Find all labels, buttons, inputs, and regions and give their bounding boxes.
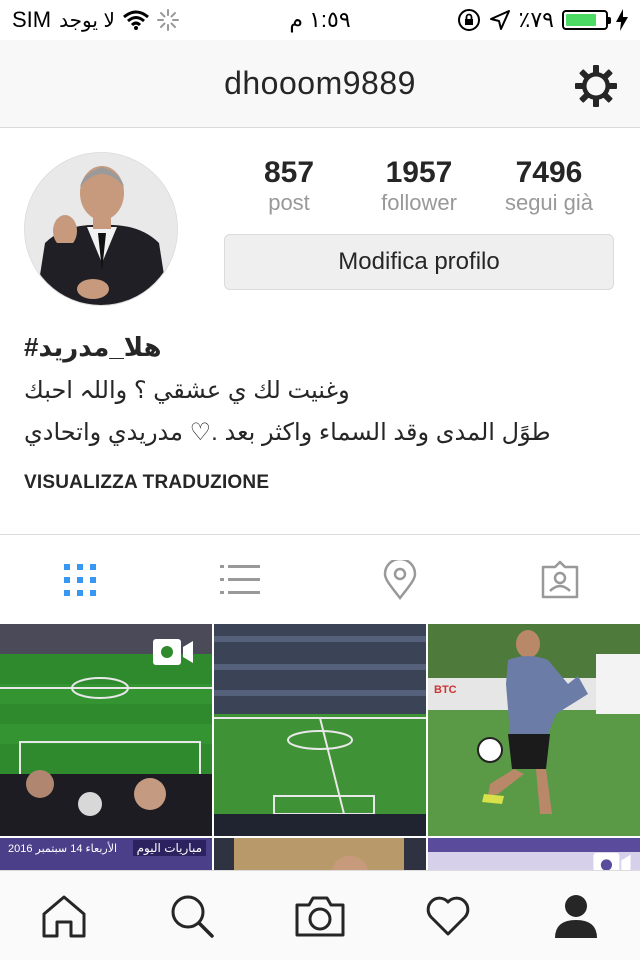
- location-arrow-icon: [489, 10, 510, 30]
- tile-caption-date: الأربعاء 14 سبتمبر 2016: [8, 843, 118, 855]
- battery-percent: ٪٧٩: [518, 7, 554, 32]
- rotation-lock-icon: [457, 9, 480, 31]
- post-thumbnail[interactable]: [428, 838, 640, 870]
- nav-camera[interactable]: [256, 871, 384, 960]
- no-service-label: لا يوجد: [59, 9, 115, 32]
- posts-label: post: [268, 190, 310, 215]
- video-camera-icon: [593, 852, 631, 870]
- tab-grid[interactable]: [0, 535, 160, 624]
- nav-search[interactable]: [128, 871, 256, 960]
- tab-list[interactable]: [160, 535, 320, 624]
- profile-view-tabs: [0, 534, 640, 624]
- status-bar-right: ٪٧٩: [457, 7, 628, 33]
- followers-label: follower: [381, 190, 457, 215]
- profile-avatar[interactable]: [24, 152, 178, 306]
- bio-line-1: وغنيت لك ي عشقي ؟ واللہ احبك: [24, 377, 350, 404]
- settings-gear-icon[interactable]: [574, 64, 618, 108]
- portrait-image: [214, 838, 426, 870]
- post-thumbnail[interactable]: الأربعاء 14 سبتمبر 2016 مباريات اليوم: [0, 838, 212, 870]
- search-icon: [171, 895, 214, 938]
- wifi-icon: [122, 10, 149, 30]
- battery-icon: [562, 10, 611, 30]
- bottom-navigation: [0, 870, 640, 960]
- see-translation-link[interactable]: VISUALIZZA TRADUZIONE: [24, 472, 269, 494]
- post-thumbnail[interactable]: [214, 838, 426, 870]
- profile-stats: 857 post 1957 follower 7496 segui già: [224, 156, 614, 216]
- home-icon: [42, 895, 86, 937]
- loading-spinner-icon: [156, 9, 179, 31]
- bio-line-2: طوًل المدى وقد السماء واكثر بعد .♡ مدريد…: [24, 419, 551, 446]
- following-count: 7496: [515, 156, 583, 189]
- posts-grid: BTC الأربعاء 14 سبتمبر 2016 مباريات اليو…: [0, 624, 640, 870]
- nav-profile[interactable]: [512, 871, 640, 960]
- nav-home[interactable]: [0, 871, 128, 960]
- training-player-image: [428, 624, 640, 836]
- profile-header: dhooom9889: [0, 40, 640, 128]
- followers-count: 1957: [385, 156, 453, 189]
- status-bar: SIM لا يوجد ١:٥٩ م ٪٧٩: [0, 0, 640, 40]
- tagged-photos-icon: [541, 560, 579, 598]
- post-thumbnail[interactable]: [0, 624, 212, 836]
- video-camera-icon: [153, 639, 193, 665]
- following-stat[interactable]: 7496 segui già: [484, 156, 614, 216]
- tile-caption-title: مباريات اليوم: [132, 840, 206, 856]
- edit-profile-button[interactable]: Modifica profilo: [224, 234, 614, 290]
- tab-tagged[interactable]: [480, 535, 640, 624]
- avatar-photo: [25, 153, 177, 305]
- location-pin-icon: [383, 559, 417, 600]
- list-view-icon: [220, 564, 260, 594]
- following-label: segui già: [504, 190, 594, 215]
- header-username: dhooom9889: [224, 65, 416, 101]
- posts-stat[interactable]: 857 post: [224, 156, 354, 216]
- nav-activity[interactable]: [384, 871, 512, 960]
- tab-map[interactable]: [320, 535, 480, 624]
- charging-bolt-icon: [616, 9, 628, 31]
- post-thumbnail[interactable]: BTC: [428, 624, 640, 836]
- followers-stat[interactable]: 1957 follower: [354, 156, 484, 216]
- stadium-wide-image: [214, 624, 426, 836]
- carrier-label: SIM: [12, 7, 52, 32]
- post-thumbnail[interactable]: [214, 624, 426, 836]
- profile-person-icon: [555, 894, 597, 938]
- camera-icon: [295, 896, 345, 936]
- heart-icon: [426, 896, 470, 935]
- posts-count: 857: [263, 156, 315, 189]
- sign-text: BTC: [434, 684, 457, 696]
- grid-view-icon: [64, 563, 96, 596]
- bio-name: #هلا_مدريد: [24, 332, 162, 362]
- status-bar-left: SIM لا يوجد: [12, 7, 179, 33]
